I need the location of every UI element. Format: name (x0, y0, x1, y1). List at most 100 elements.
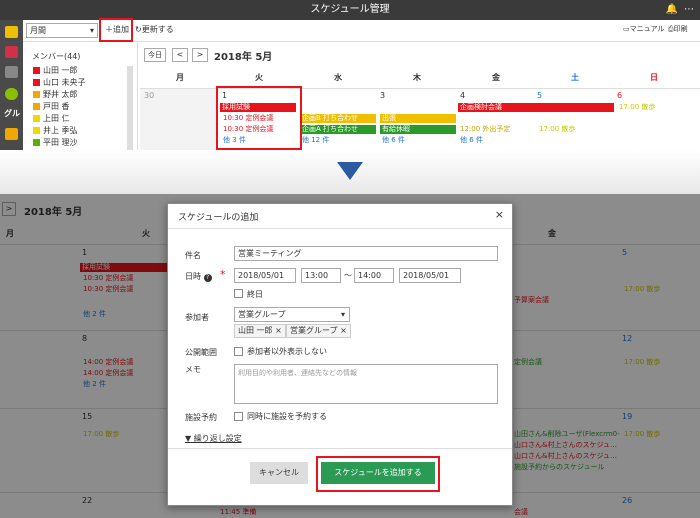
plus-icon: ＋ (105, 25, 113, 34)
dow-header: 月 (176, 73, 184, 82)
dow-header: 木 (413, 73, 421, 82)
app-title: スケジュール管理 (310, 4, 390, 15)
view-select-value: 月間 (30, 26, 46, 35)
add-schedule-dialog: スケジュールの追加 × 件名 営業ミーティング 日時 ? * 2018/05/0… (167, 203, 513, 506)
dialog-title: スケジュールの追加 (178, 213, 259, 223)
event-bar[interactable]: 有給休暇 (380, 125, 456, 134)
event-text[interactable]: 17:00 散歩 (619, 103, 655, 112)
member-name: 戸田 香 (43, 102, 70, 111)
sidebar-scrollbar[interactable] (127, 66, 133, 150)
group-select[interactable]: 営業グループ ▾ (234, 307, 350, 322)
participant-tag[interactable]: 山田 一郎 × (234, 324, 286, 338)
month-calendar-top: 今日 < > 2018年 5月 月火水木金土日 30 1 3 4 5 6 採用試… (140, 42, 700, 150)
left-rail: グル (0, 20, 23, 150)
more-link[interactable]: 他 12 件 (302, 136, 329, 145)
event-bar[interactable]: 出張 (380, 114, 456, 123)
event-bar[interactable]: 企画A 打ち合わせ (300, 125, 376, 134)
member-color-swatch (33, 91, 40, 98)
schedule-icon[interactable] (5, 128, 18, 140)
dow-header: 水 (334, 73, 342, 82)
member-color-swatch (33, 139, 40, 146)
bell-icon[interactable]: 🔔 (666, 0, 678, 20)
member-sidebar: メンバー(44) 山田 一郎 山口 未央子 野井 太郎 戸田 香上田 仁井上 季弘 平田… (23, 42, 138, 150)
scope-checkbox[interactable] (234, 347, 243, 356)
start-time-input[interactable]: 13:00 (301, 268, 341, 283)
add-label: 追加 (113, 25, 129, 34)
event-text[interactable]: 17:00 散歩 (539, 125, 575, 134)
book-icon: ▭ (623, 25, 630, 33)
dow-header: 日 (650, 73, 658, 82)
day-num: 5 (537, 91, 543, 100)
member-color-swatch (33, 67, 40, 74)
dow-header: 金 (492, 73, 500, 82)
member-color-swatch (33, 79, 40, 86)
calendar-icon[interactable] (5, 66, 18, 78)
refresh-button[interactable]: ↻更新する (135, 24, 174, 35)
scope-label: 公開範囲 (185, 348, 217, 357)
manual-link[interactable]: ▭マニュアル (623, 24, 664, 34)
facility-check-label: 同時に施設を予約する (247, 412, 327, 421)
end-date-input[interactable]: 2018/05/01 (399, 268, 461, 283)
member-item[interactable]: 井上 季弘 (33, 126, 78, 136)
end-time-input[interactable]: 14:00 (354, 268, 394, 283)
more-link[interactable]: 他 6 件 (382, 136, 405, 145)
facility-checkbox[interactable] (234, 412, 243, 421)
memo-label: メモ (185, 365, 201, 374)
member-item[interactable]: 戸田 香 (33, 102, 70, 112)
subject-input[interactable]: 営業ミーティング (234, 246, 498, 261)
member-color-swatch (33, 115, 40, 122)
home-icon[interactable] (5, 26, 18, 38)
step-arrow-area (0, 150, 700, 194)
remove-icon[interactable]: × (340, 326, 347, 335)
range-tilde: 〜 (344, 271, 352, 280)
event-text[interactable]: 12:00 外出予定 (460, 125, 510, 134)
facility-label: 施設予約 (185, 413, 217, 422)
tag-label: 山田 一郎 (238, 326, 273, 335)
group-select-value: 営業グループ (238, 310, 286, 319)
message-icon[interactable] (5, 46, 18, 58)
refresh-icon: ↻ (135, 25, 142, 34)
next-button[interactable]: > (192, 48, 208, 62)
member-name: 山口 未央子 (43, 78, 86, 87)
tag-label: 営業グループ (290, 326, 338, 335)
submit-button[interactable]: スケジュールを追加する (321, 462, 435, 484)
more-icon[interactable]: ⋯ (684, 0, 694, 20)
divider (168, 228, 512, 229)
event-bar[interactable]: 企画検討会議 (458, 103, 614, 112)
member-name: 上田 仁 (43, 114, 70, 123)
member-item[interactable]: 山口 未央子 (33, 78, 86, 88)
day-num: 4 (460, 91, 466, 100)
start-date-input[interactable]: 2018/05/01 (234, 268, 296, 283)
remove-icon[interactable]: × (275, 326, 282, 335)
member-color-swatch (33, 103, 40, 110)
rail-guru-label[interactable]: グル (4, 108, 20, 119)
help-icon[interactable]: ? (203, 274, 212, 282)
manual-label: マニュアル (629, 25, 665, 33)
view-select[interactable]: 月間 ▾ (26, 23, 98, 38)
print-link[interactable]: ⎙印刷 (668, 24, 688, 34)
dow-header: 土 (571, 73, 579, 82)
member-item[interactable]: 平田 理沙 (33, 138, 78, 148)
allday-checkbox[interactable] (234, 289, 243, 298)
today-button[interactable]: 今日 (144, 48, 166, 62)
member-color-swatch (33, 127, 40, 134)
member-name: 平田 理沙 (43, 138, 78, 147)
member-item[interactable]: 上田 仁 (33, 114, 70, 124)
event-bar[interactable]: 企画B 打ち合わせ (300, 114, 376, 123)
prev-button[interactable]: < (172, 48, 188, 62)
datetime-label-text: 日時 (185, 272, 201, 281)
memo-textarea[interactable]: 利用目的や利用者、連絡先などの情報 (234, 364, 498, 404)
more-link[interactable]: 他 6 件 (460, 136, 483, 145)
close-icon[interactable]: × (495, 208, 504, 221)
member-name: 野井 太郎 (43, 90, 78, 99)
cancel-button[interactable]: キャンセル (250, 462, 308, 484)
chat-icon[interactable] (5, 88, 18, 100)
member-item[interactable]: 野井 太郎 (33, 90, 78, 100)
day-num: 6 (617, 91, 623, 100)
repeat-toggle[interactable]: ▼ 繰り返し設定 (185, 433, 242, 444)
member-item[interactable]: 山田 一郎 (33, 66, 78, 76)
refresh-label: 更新する (141, 25, 174, 34)
participant-tag[interactable]: 営業グループ × (286, 324, 351, 338)
add-button[interactable]: ＋追加 (99, 18, 133, 42)
day-num: 3 (380, 91, 386, 100)
